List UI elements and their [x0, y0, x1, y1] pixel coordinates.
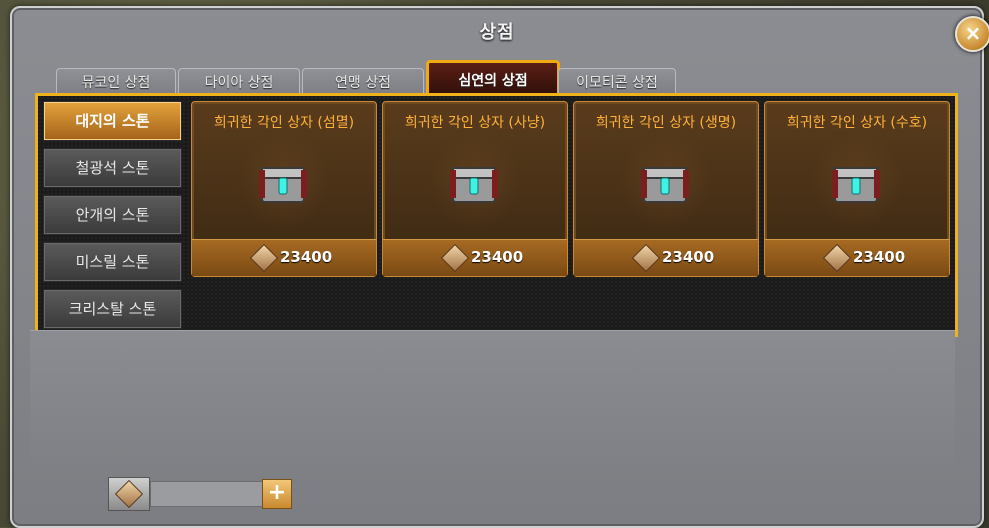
close-button[interactable]: ×: [955, 16, 989, 52]
tab-label: 다이아 상점: [204, 75, 274, 91]
currency-bar: +: [108, 477, 292, 511]
item-price: 23400: [471, 248, 524, 266]
category-label: 철광석 스톤: [75, 159, 150, 177]
price-bar: 23400: [765, 239, 949, 276]
price-bar: 23400: [574, 239, 758, 276]
category-label: 미스릴 스톤: [75, 253, 150, 271]
window-title: 상점: [479, 22, 515, 43]
chest-icon: [641, 167, 689, 203]
gem-icon: [631, 243, 661, 273]
chest-icon: [259, 167, 307, 203]
item-price: 23400: [853, 248, 906, 266]
price-bar: 23400: [383, 239, 567, 276]
category-crystal-stone[interactable]: 크리스탈 스톤: [43, 289, 182, 329]
chest-icon: [450, 167, 498, 203]
shop-panel: 대지의 스톤 철광석 스톤 안개의 스톤 미스릴 스톤 크리스탈 스톤 희귀한 …: [35, 93, 958, 337]
tab-label: 뮤코인 상점: [81, 75, 151, 91]
currency-slot: [108, 477, 150, 511]
item-card[interactable]: 희귀한 각인 상자 (섬멸) 23400: [191, 101, 377, 277]
item-title: 희귀한 각인 상자 (사냥): [404, 115, 546, 131]
item-card[interactable]: 희귀한 각인 상자 (사냥) 23400: [382, 101, 568, 277]
gem-icon: [822, 243, 852, 273]
category-mist-stone[interactable]: 안개의 스톤: [43, 195, 182, 235]
add-currency-button[interactable]: +: [262, 479, 292, 509]
tab-label: 연맹 상점: [335, 75, 391, 91]
close-icon: ×: [964, 21, 982, 45]
tab-label: 심연의 상점: [458, 73, 528, 89]
gem-icon: [440, 243, 470, 273]
currency-amount-field: [150, 481, 264, 507]
gem-icon: [114, 479, 144, 509]
plus-icon: +: [267, 480, 287, 505]
item-card[interactable]: 희귀한 각인 상자 (생명) 23400: [573, 101, 759, 277]
category-label: 크리스탈 스톤: [68, 300, 157, 318]
tab-label: 이모티콘 상점: [576, 75, 658, 91]
item-title: 희귀한 각인 상자 (생명): [595, 115, 737, 131]
price-bar: 23400: [192, 239, 376, 276]
gem-icon: [249, 243, 279, 273]
category-label: 대지의 스톤: [75, 112, 150, 130]
category-iron-stone[interactable]: 철광석 스톤: [43, 148, 182, 188]
category-mithril-stone[interactable]: 미스릴 스톤: [43, 242, 182, 282]
category-label: 안개의 스톤: [75, 206, 150, 224]
item-price: 23400: [280, 248, 333, 266]
item-title: 희귀한 각인 상자 (섬멸): [213, 115, 355, 131]
empty-content-area: [30, 330, 955, 471]
item-card[interactable]: 희귀한 각인 상자 (수호) 23400: [764, 101, 950, 277]
chest-icon: [832, 167, 880, 203]
item-title: 희귀한 각인 상자 (수호): [786, 115, 928, 131]
category-earth-stone[interactable]: 대지의 스톤: [43, 101, 182, 141]
item-price: 23400: [662, 248, 715, 266]
